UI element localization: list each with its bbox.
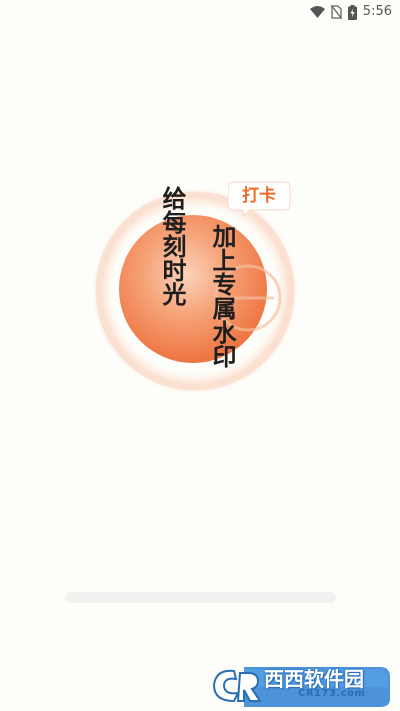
checkin-badge: 打卡 [228,180,298,218]
splash-artwork: 打卡 给每刻时光 加上专属水印 [80,150,320,430]
wifi-icon [309,6,325,18]
no-sim-icon [330,5,342,19]
status-bar: 5:56 [0,0,400,24]
watermark-site: CR173.com [298,688,366,699]
battery-charging-icon [347,4,357,20]
splash-screen: 5:56 打卡 给每刻时光 加上专属水印 西西软件园 CR173.com [0,0,400,711]
slogan-left: 给每刻时光 [158,186,186,306]
loading-progress-bar [65,592,336,603]
cr-logo-icon [212,669,262,703]
status-icons: 5:56 [309,3,392,21]
slogan-right: 加上专属水印 [208,224,236,368]
checkin-badge-label: 打卡 [242,186,276,206]
status-time: 5:56 [362,4,392,19]
site-watermark: 西西软件园 CR173.com [204,657,394,709]
